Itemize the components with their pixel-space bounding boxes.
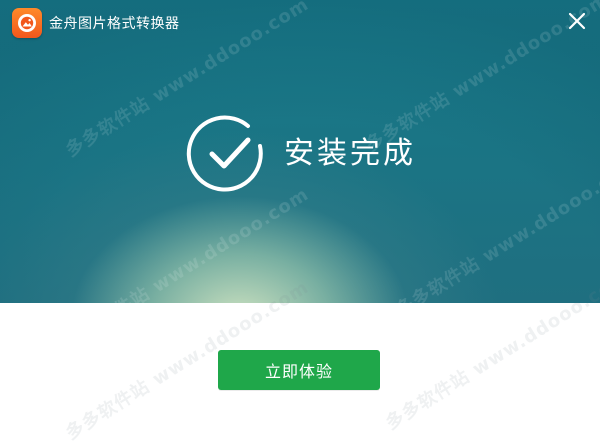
app-logo-icon (12, 8, 42, 38)
action-area: 多多软件站 www.ddooo.com 多多软件站 www.ddooo.com … (0, 267, 600, 448)
install-status: 安装完成 (0, 0, 600, 303)
hero-banner: 多多软件站 www.ddooo.com 多多软件站 www.ddooo.com … (0, 0, 600, 303)
app-title: 金舟图片格式转换器 (49, 16, 180, 32)
status-text: 安装完成 (284, 136, 416, 171)
close-icon (568, 12, 586, 30)
close-button[interactable] (564, 8, 590, 34)
title-bar: 金舟图片格式转换器 (0, 0, 600, 44)
check-circle-icon (186, 115, 263, 192)
try-now-button[interactable]: 立即体验 (218, 350, 380, 390)
installer-window: 多多软件站 www.ddooo.com 多多软件站 www.ddooo.com … (0, 0, 600, 448)
